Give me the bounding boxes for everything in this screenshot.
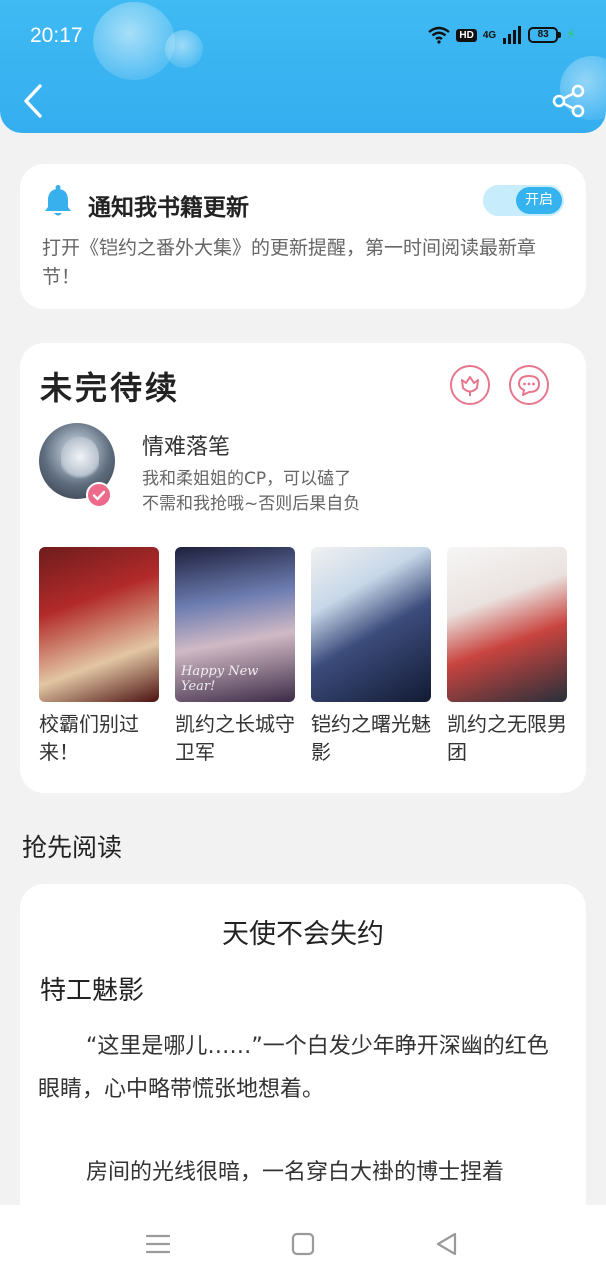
preview-book-name: 天使不会失约 (222, 919, 384, 950)
hd-badge: HD (456, 28, 477, 42)
status-time: 20:17 (30, 24, 83, 47)
app-header: 20:17 HD 4G 83 ⚡ (0, 0, 606, 133)
unfinished-title: 未完待续 (40, 369, 181, 407)
flower-icon (461, 376, 479, 396)
author-bio-line: 我和柔姐姐的CP，可以磕了 (142, 469, 352, 489)
preview-paragraph: 房间的光线很暗，一名穿白大褂的博士捏着 (86, 1160, 505, 1185)
book-cover[interactable]: Happy New Year! (175, 547, 295, 702)
signal-icon (503, 26, 522, 44)
bell-icon (45, 185, 71, 216)
system-nav-bar (0, 1205, 606, 1280)
book-title[interactable]: 凯约之长城守卫军 (175, 710, 295, 766)
book-title[interactable]: 凯约之无限男团 (447, 710, 567, 766)
book-title[interactable]: 校霸们别过来！ (39, 710, 159, 766)
notify-toggle[interactable]: 开启 (483, 185, 564, 216)
back-button[interactable] (18, 82, 50, 120)
home-icon[interactable] (286, 1227, 320, 1261)
author-bio: 我和柔姐姐的CP，可以磕了 不需和我抢哦~否则后果自负 (142, 467, 360, 517)
decorative-bubble (93, 2, 175, 80)
toggle-label: 开启 (516, 187, 562, 214)
book-item[interactable]: Happy New Year! 凯约之长城守卫军 (175, 547, 295, 766)
preview-paragraph: “这里是哪儿……”一个白发少年睁开深幽的红色眼睛，心中略带慌张地想着。 (38, 1034, 549, 1102)
wifi-icon (428, 26, 451, 44)
preview-chapter-name: 特工魅影 (40, 976, 145, 1006)
decorative-bubble (165, 30, 203, 68)
share-button[interactable] (552, 84, 586, 118)
flower-button[interactable] (450, 365, 490, 405)
book-cover[interactable] (311, 547, 431, 702)
menu-icon[interactable] (141, 1227, 175, 1261)
status-icons: HD 4G 83 ⚡ (428, 26, 576, 44)
battery-indicator: 83 (528, 27, 562, 43)
update-notify-card: 通知我书籍更新 开启 打开《铠约之番外大集》的更新提醒，第一时间阅读最新章节！ (20, 164, 586, 309)
verified-badge-icon (86, 482, 112, 508)
charging-icon: ⚡ (566, 27, 576, 43)
unfinished-card: 未完待续 情难落笔 我和柔姐姐的CP，可以磕了 不需和我抢哦~否则后果自负 校霸… (20, 343, 586, 793)
author-name[interactable]: 情难落笔 (142, 429, 230, 461)
cover-text: Happy New Year! (181, 664, 259, 694)
author-bio-line: 不需和我抢哦~否则后果自负 (142, 494, 361, 514)
notify-description: 打开《铠约之番外大集》的更新提醒，第一时间阅读最新章节！ (42, 237, 537, 288)
book-cover[interactable] (39, 547, 159, 702)
notify-title: 通知我书籍更新 (88, 195, 249, 221)
section-title: 抢先阅读 (22, 833, 123, 862)
book-title[interactable]: 铠约之曙光魅影 (311, 710, 431, 766)
book-item[interactable]: 校霸们别过来！ (39, 547, 159, 766)
chat-bubble-icon (518, 375, 540, 396)
book-item[interactable]: 铠约之曙光魅影 (311, 547, 431, 766)
network-type: 4G (482, 29, 497, 41)
avatar-figure (61, 437, 99, 481)
comment-button[interactable] (509, 365, 549, 405)
book-item[interactable]: 凯约之无限男团 (447, 547, 567, 766)
book-cover[interactable] (447, 547, 567, 702)
back-triangle-icon[interactable] (430, 1227, 464, 1261)
